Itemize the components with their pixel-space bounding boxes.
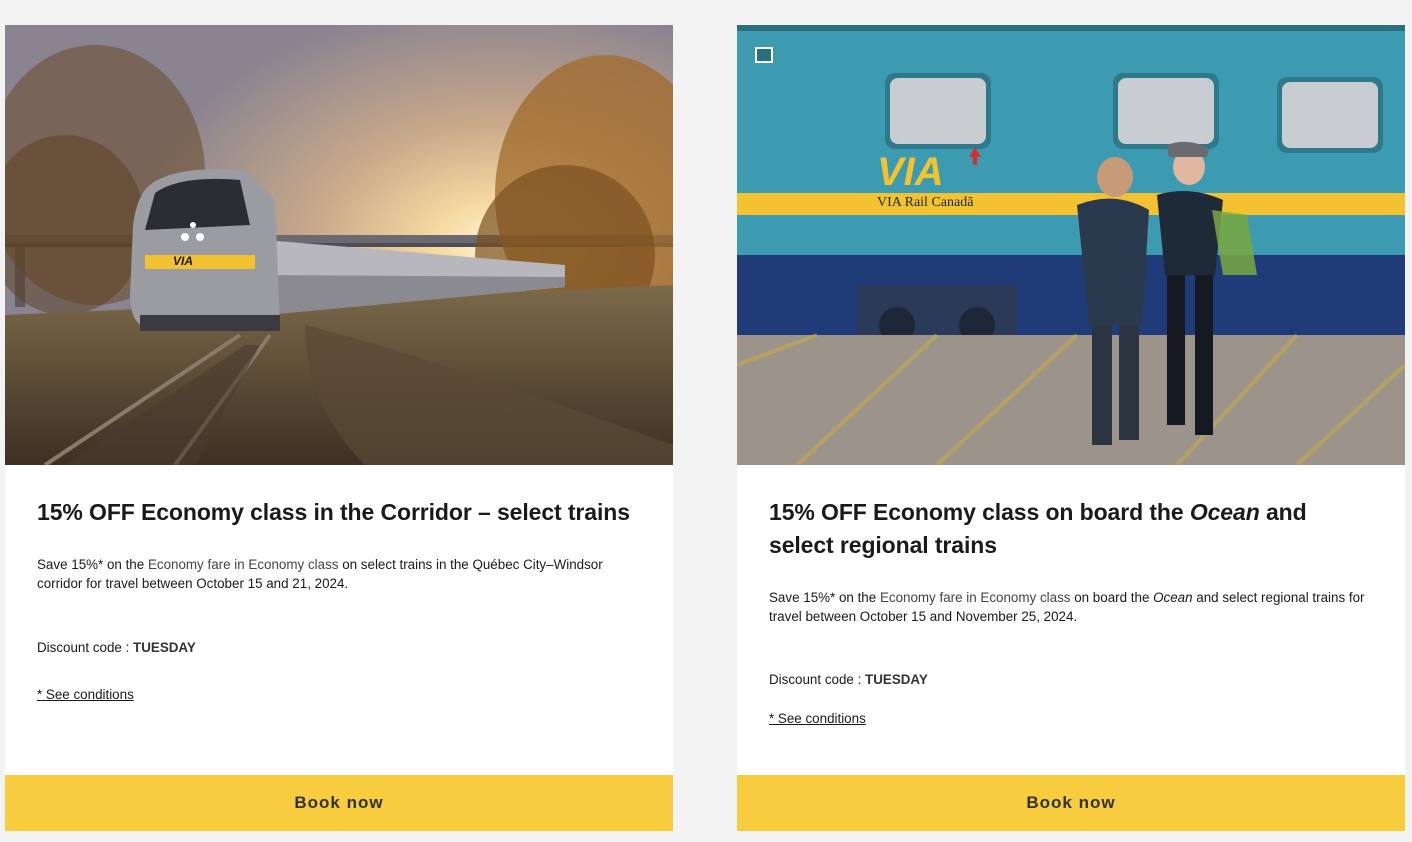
travellers-train-photo: VIA VIA Rail Canadā xyxy=(737,25,1405,465)
offer-card-corridor: VIA 15% OFF Economy class in the Corrido… xyxy=(5,25,673,831)
train-sunset-photo: VIA xyxy=(5,25,673,465)
book-now-button[interactable]: Book now xyxy=(737,775,1405,831)
svg-text:VIA Rail Canadā: VIA Rail Canadā xyxy=(877,195,974,210)
offer-content: 15% OFF Economy class in the Corridor – … xyxy=(37,465,641,704)
offer-title: 15% OFF Economy class in the Corridor – … xyxy=(37,499,630,525)
see-conditions-link[interactable]: * See conditions xyxy=(37,687,134,702)
offer-description: Save 15%* on the Economy fare in Economy… xyxy=(37,557,603,591)
offer-card-ocean: VIA VIA Rail Canadā 15% OFF Economy clas… xyxy=(737,25,1405,831)
offer-description: Save 15%* on the Economy fare in Economy… xyxy=(769,590,1365,624)
discount-code: Discount code : TUESDAY xyxy=(37,640,196,655)
svg-text:VIA: VIA xyxy=(877,150,944,194)
see-conditions-link[interactable]: * See conditions xyxy=(769,711,866,726)
book-now-button[interactable]: Book now xyxy=(5,775,673,831)
offer-title: 15% OFF Economy class on board the Ocean… xyxy=(769,499,1307,558)
svg-text:VIA: VIA xyxy=(173,254,193,268)
offer-content: 15% OFF Economy class on board the Ocean… xyxy=(769,465,1373,728)
discount-code: Discount code : TUESDAY xyxy=(769,672,928,687)
